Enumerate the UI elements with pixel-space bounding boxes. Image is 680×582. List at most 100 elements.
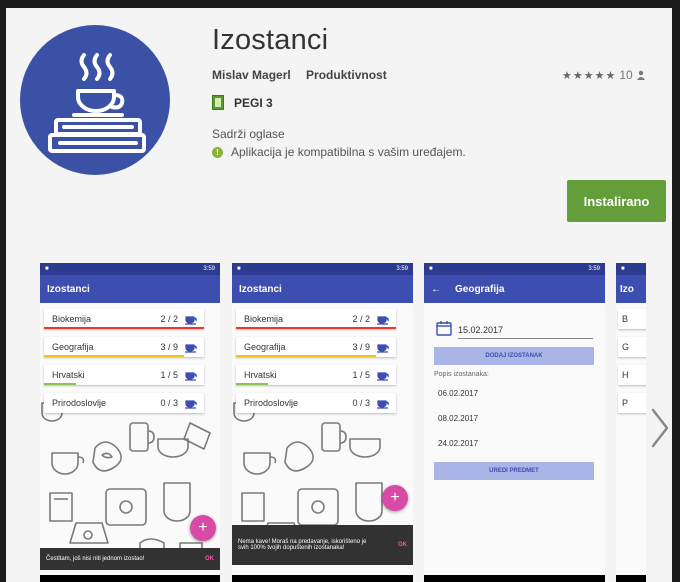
add-absence-button[interactable]: DODAJ IZOSTANAK <box>434 347 594 365</box>
subject-row-hrvatski[interactable]: Hrvatski 1 / 5 <box>44 365 204 385</box>
back-arrow-icon[interactable]: ← <box>431 284 441 295</box>
screenshot-3[interactable]: ■ 3:59 ← Geografija 15.02.2017 DODAJ IZO… <box>424 263 605 582</box>
toolbar-title: Izostanci <box>47 283 90 295</box>
toolbar-title: Geografija <box>455 283 505 295</box>
toolbar: Izostanci <box>232 275 413 303</box>
status-time: 3:59 <box>396 266 408 272</box>
absence-date-item[interactable]: 06.02.2017 <box>438 389 478 398</box>
subject-count: 0 / 3 <box>160 398 178 408</box>
subject-count: 3 / 9 <box>352 342 370 352</box>
progress-bar <box>44 383 76 385</box>
subject-name: G <box>622 342 630 352</box>
status-bar: ■ 3:59 <box>40 263 220 275</box>
toolbar: ← Geografija <box>424 275 605 303</box>
content-rating: PEGI 3 <box>212 95 273 110</box>
subject-count: 1 / 5 <box>160 370 178 380</box>
notification-icon: ■ <box>45 266 49 272</box>
subject-count: 2 / 2 <box>160 314 178 324</box>
subject-name: Prirodoslovlje <box>244 398 299 408</box>
coffee-cup-icon[interactable] <box>376 368 390 382</box>
subject-row-prirodoslovlje[interactable]: Prirodoslovlje 0 / 3 <box>236 393 396 413</box>
status-time: 3:59 <box>203 266 215 272</box>
screenshot-2[interactable]: ■ 3:59 Izostanci Biokemija 2 / 2 Geograf… <box>232 263 413 582</box>
rating-count: 10 <box>619 68 633 82</box>
subject-row[interactable]: H <box>618 365 646 385</box>
progress-bar <box>236 327 396 329</box>
nav-bar <box>40 575 220 582</box>
absence-date-item[interactable]: 24.02.2017 <box>438 439 478 448</box>
status-bar: ■ 3:59 <box>232 263 413 275</box>
subject-name: B <box>622 314 629 324</box>
snackbar-ok-button[interactable]: OK <box>398 542 407 548</box>
subject-name: Geografija <box>52 342 94 352</box>
calendar-icon[interactable] <box>436 320 452 336</box>
toolbar-title: Izostanci <box>239 283 282 295</box>
subject-name: H <box>622 370 629 380</box>
subject-name: Prirodoslovlje <box>52 398 107 408</box>
nav-bar <box>616 575 646 582</box>
subject-row-biokemija[interactable]: Biokemija 2 / 2 <box>236 309 396 329</box>
subject-count: 0 / 3 <box>352 398 370 408</box>
toolbar: Izostanci <box>40 275 220 303</box>
subject-count: 1 / 5 <box>352 370 370 380</box>
coffee-cup-icon[interactable] <box>184 396 198 410</box>
subject-row[interactable]: P <box>618 393 646 413</box>
coffee-cup-icon[interactable] <box>376 340 390 354</box>
snackbar-ok-button[interactable]: OK <box>205 556 214 562</box>
chevron-right-icon[interactable] <box>650 408 670 448</box>
subject-row-geografija[interactable]: Geografija 3 / 9 <box>236 337 396 357</box>
subject-name: Hrvatski <box>244 370 277 380</box>
pegi-badge-icon <box>212 95 224 110</box>
edit-subject-button[interactable]: UREDI PREDMET <box>434 462 594 480</box>
subject-count: 3 / 9 <box>160 342 178 352</box>
snackbar: Čestitam, još nisi niti jednom izostao! … <box>40 548 220 570</box>
developer-link[interactable]: Mislav Magerl <box>212 68 291 82</box>
category-link[interactable]: Produktivnost <box>306 68 387 82</box>
coffee-cup-icon[interactable] <box>184 312 198 326</box>
rating: ★★★★★ 10 <box>562 68 646 82</box>
add-fab-button[interactable]: + <box>382 485 408 511</box>
subject-row-biokemija[interactable]: Biokemija 2 / 2 <box>44 309 204 329</box>
notification-icon: ■ <box>429 266 433 272</box>
info-icon: ! <box>212 146 223 158</box>
screenshot-1[interactable]: ■ 3:59 Izostanci Biokemija 2 / 2 Geograf… <box>40 263 220 582</box>
nav-bar <box>424 575 605 582</box>
date-input[interactable]: 15.02.2017 <box>458 325 593 339</box>
add-fab-button[interactable]: + <box>190 515 216 541</box>
coffee-cup-icon[interactable] <box>376 396 390 410</box>
snackbar-text: Čestitam, još nisi niti jednom izostao! <box>46 556 145 562</box>
star-rating-icon: ★★★★★ <box>562 69 617 82</box>
app-store-card: Izostanci Mislav Magerl Produktivnost ★★… <box>6 8 672 582</box>
screenshot-4[interactable]: ■ Izo B G H P <box>616 263 646 582</box>
subject-name: Biokemija <box>244 314 284 324</box>
absence-list-label: Popis izostanaka: <box>434 371 489 378</box>
subject-count: 2 / 2 <box>352 314 370 324</box>
coffee-cup-icon[interactable] <box>184 340 198 354</box>
subject-name: Hrvatski <box>52 370 85 380</box>
nav-bar <box>232 575 413 582</box>
coffee-cup-icon[interactable] <box>376 312 390 326</box>
contains-ads: Sadrži oglase <box>212 127 285 141</box>
toolbar: Izo <box>616 275 646 303</box>
compatibility-note: ! Aplikacija je kompatibilna s vašim ure… <box>212 145 466 159</box>
absence-date-item[interactable]: 08.02.2017 <box>438 414 478 423</box>
subject-row[interactable]: G <box>618 337 646 357</box>
subject-row-prirodoslovlje[interactable]: Prirodoslovlje 0 / 3 <box>44 393 204 413</box>
subject-name: P <box>622 398 629 408</box>
coffee-books-icon <box>48 53 146 153</box>
progress-bar <box>236 383 268 385</box>
subject-row-geografija[interactable]: Geografija 3 / 9 <box>44 337 204 357</box>
subject-name: Biokemija <box>52 314 92 324</box>
notification-icon: ■ <box>621 266 625 272</box>
app-title: Izostanci <box>212 24 329 56</box>
subject-row-hrvatski[interactable]: Hrvatski 1 / 5 <box>236 365 396 385</box>
subject-row[interactable]: B <box>618 309 646 329</box>
progress-bar <box>44 327 204 329</box>
notification-icon: ■ <box>237 266 241 272</box>
person-icon <box>636 70 645 80</box>
install-button[interactable]: Instalirano <box>567 180 666 222</box>
pegi-label: PEGI 3 <box>234 95 273 110</box>
coffee-cup-icon[interactable] <box>184 368 198 382</box>
snackbar-text: Nema kave! Moraš na predavanje, iskorišt… <box>238 539 367 551</box>
status-time: 3:59 <box>588 266 600 272</box>
